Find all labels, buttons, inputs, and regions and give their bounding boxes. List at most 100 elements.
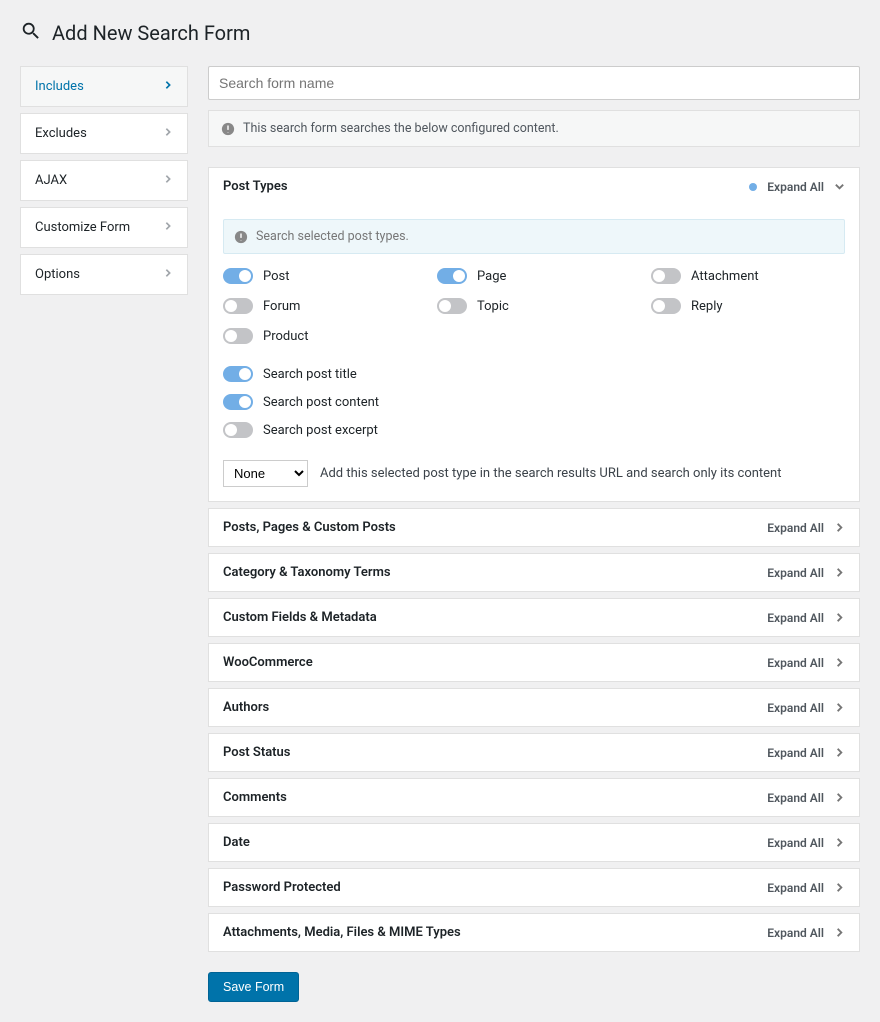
panel-collapsed: Date Expand All	[208, 823, 860, 862]
search-option-search-post-content-toggle[interactable]	[223, 394, 253, 410]
post-type-page-toggle[interactable]	[437, 268, 467, 284]
search-option-search-post-content-label: Search post content	[263, 395, 379, 410]
panel-title: Authors	[223, 700, 269, 715]
panel-header-post-types[interactable]: Post Types Expand All	[209, 168, 859, 205]
sidebar-item-label: AJAX	[35, 173, 67, 188]
post-type-topic-toggle[interactable]	[437, 298, 467, 314]
panel-title: Post Status	[223, 745, 291, 760]
panel-header[interactable]: Attachments, Media, Files & MIME Types Ex…	[209, 914, 859, 951]
chevron-right-icon	[834, 882, 845, 893]
post-type-attachment: Attachment	[651, 268, 845, 284]
panel-collapsed: Post Status Expand All	[208, 733, 860, 772]
post-type-topic: Topic	[437, 298, 631, 314]
sidebar-item-label: Options	[35, 267, 80, 282]
post-type-reply-label: Reply	[691, 299, 723, 314]
page-header: Add New Search Form	[20, 20, 860, 46]
search-option-search-post-excerpt-toggle[interactable]	[223, 422, 253, 438]
post-type-reply-toggle[interactable]	[651, 298, 681, 314]
expand-all-label: Expand All	[767, 881, 824, 895]
chevron-right-icon	[163, 267, 173, 282]
panel-title: Custom Fields & Metadata	[223, 610, 377, 625]
chevron-right-icon	[163, 126, 173, 141]
sidebar-item-options[interactable]: Options	[20, 254, 188, 295]
chevron-right-icon	[834, 792, 845, 803]
expand-all-label: Expand All	[767, 566, 824, 580]
expand-all-label: Expand All	[767, 656, 824, 670]
hint-bar: Search selected post types.	[223, 219, 845, 254]
chevron-right-icon	[163, 173, 173, 188]
panel-title: Category & Taxonomy Terms	[223, 565, 391, 580]
post-type-forum-label: Forum	[263, 299, 300, 314]
post-type-post-label: Post	[263, 269, 290, 284]
expand-all-label: Expand All	[767, 746, 824, 760]
sidebar-item-label: Excludes	[35, 126, 87, 141]
post-types-grid: Post Page Attachment Forum Topic Reply Product	[223, 268, 845, 344]
settings-sidebar: Includes Excludes AJAX Customize Form Option…	[20, 66, 188, 1002]
panel-title: Posts, Pages & Custom Posts	[223, 520, 396, 535]
search-form-name-input[interactable]	[208, 66, 860, 100]
info-icon	[234, 230, 248, 244]
chevron-right-icon	[834, 567, 845, 578]
expand-all-label: Expand All	[767, 926, 824, 940]
select-description: Add this selected post type in the searc…	[320, 466, 782, 481]
panel-title: WooCommerce	[223, 655, 313, 670]
panel-header[interactable]: CommentsExpand All	[209, 779, 859, 816]
post-type-post-toggle[interactable]	[223, 268, 253, 284]
hint-text: Search selected post types.	[256, 229, 409, 244]
expand-all-label: Expand All	[767, 836, 824, 850]
save-form-button[interactable]: Save Form	[208, 972, 299, 1002]
panel-collapsed: Category & Taxonomy Terms Expand All	[208, 553, 860, 592]
expand-all-label: Expand All	[767, 701, 824, 715]
post-type-page: Page	[437, 268, 631, 284]
panel-header[interactable]: Custom Fields & MetadataExpand All	[209, 599, 859, 636]
search-option-search-post-excerpt: Search post excerpt	[223, 422, 845, 438]
panel-title: Date	[223, 835, 250, 850]
post-type-product-label: Product	[263, 329, 308, 344]
main-content: This search form searches the below conf…	[208, 66, 860, 1002]
panel-post-types: Post Types Expand All Search selected po…	[208, 167, 860, 502]
post-type-topic-label: Topic	[477, 299, 509, 314]
sidebar-item-excludes[interactable]: Excludes	[20, 113, 188, 154]
panel-title: Attachments, Media, Files & MIME Types	[223, 925, 461, 940]
search-option-search-post-title: Search post title	[223, 366, 845, 382]
post-type-attachment-label: Attachment	[691, 269, 759, 284]
panel-header[interactable]: Date Expand All	[209, 824, 859, 861]
panel-header[interactable]: Post Status Expand All	[209, 734, 859, 771]
search-option-search-post-excerpt-label: Search post excerpt	[263, 423, 378, 438]
panel-header[interactable]: Authors Expand All	[209, 689, 859, 726]
chevron-right-icon	[163, 220, 173, 235]
info-text: This search form searches the below conf…	[243, 121, 559, 136]
chevron-down-icon	[834, 181, 845, 192]
post-type-reply: Reply	[651, 298, 845, 314]
sidebar-item-ajax[interactable]: AJAX	[20, 160, 188, 201]
search-option-search-post-title-toggle[interactable]	[223, 366, 253, 382]
chevron-right-icon	[834, 657, 845, 668]
panel-collapsed: Custom Fields & MetadataExpand All	[208, 598, 860, 637]
chevron-right-icon	[163, 79, 173, 94]
info-bar: This search form searches the below conf…	[208, 110, 860, 147]
chevron-right-icon	[834, 522, 845, 533]
panel-header[interactable]: WooCommerce Expand All	[209, 644, 859, 681]
post-type-forum: Forum	[223, 298, 417, 314]
sidebar-item-includes[interactable]: Includes	[20, 66, 188, 107]
panel-header[interactable]: Password Protected Expand All	[209, 869, 859, 906]
post-type-post: Post	[223, 268, 417, 284]
panel-header[interactable]: Posts, Pages & Custom Posts Expand All	[209, 509, 859, 546]
sidebar-item-label: Includes	[35, 79, 84, 94]
chevron-right-icon	[834, 702, 845, 713]
expand-all-label: Expand All	[767, 180, 824, 194]
panel-collapsed: WooCommerce Expand All	[208, 643, 860, 682]
chevron-right-icon	[834, 747, 845, 758]
expand-all-label: Expand All	[767, 521, 824, 535]
panel-header[interactable]: Category & Taxonomy Terms Expand All	[209, 554, 859, 591]
post-type-product-toggle[interactable]	[223, 328, 253, 344]
search-options: Search post title Search post content Sear…	[223, 366, 845, 438]
panel-title: Password Protected	[223, 880, 341, 895]
post-type-forum-toggle[interactable]	[223, 298, 253, 314]
panel-collapsed: Password Protected Expand All	[208, 868, 860, 907]
post-type-attachment-toggle[interactable]	[651, 268, 681, 284]
sidebar-item-label: Customize Form	[35, 220, 130, 235]
sidebar-item-customize-form[interactable]: Customize Form	[20, 207, 188, 248]
post-type-page-label: Page	[477, 269, 506, 284]
post-type-select[interactable]: None	[223, 460, 308, 487]
